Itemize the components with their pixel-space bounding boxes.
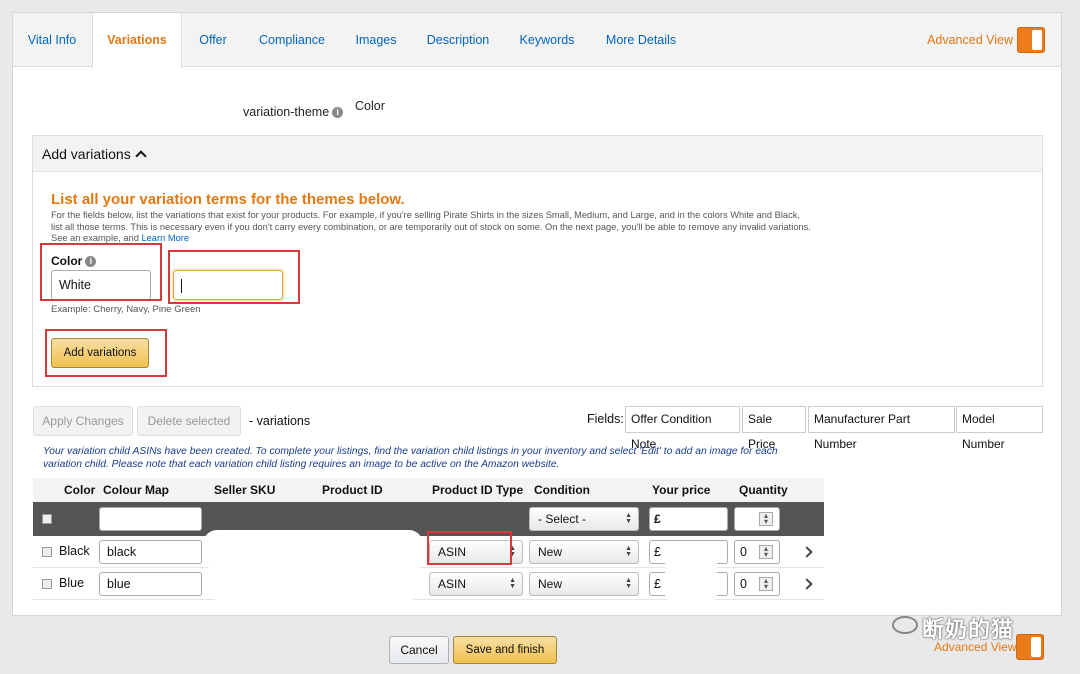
tab-more-details[interactable]: More Details: [601, 13, 681, 67]
tab-images[interactable]: Images: [351, 13, 401, 67]
listing-editor-panel: Vital Info Variations Offer Compliance I…: [12, 12, 1062, 616]
add-variations-title: List all your variation terms for the th…: [51, 191, 405, 208]
bulk-price-input[interactable]: £: [649, 507, 728, 531]
select-arrows-icon: ▲ ▼: [625, 545, 632, 558]
add-variations-header-text: Add variations: [42, 146, 131, 162]
field-model-number[interactable]: Model Number: [956, 406, 1043, 451]
add-variations-description: For the fields below, list the variation…: [51, 210, 811, 245]
color-field-label: Color i: [51, 254, 97, 268]
variation-theme-value: Color: [355, 99, 385, 113]
condition-value: New: [538, 545, 563, 559]
currency-symbol: £: [654, 512, 661, 526]
row-condition-select[interactable]: New ▲ ▼: [529, 572, 639, 596]
header-your-price: Your price: [652, 483, 711, 497]
tab-vital-info[interactable]: Vital Info: [19, 13, 85, 67]
child-asin-notice: Your variation child ASINs have been cre…: [43, 446, 778, 470]
bulk-edit-row: - Select - ▲ ▼ £ ▴ ▾: [33, 502, 824, 536]
tab-keywords[interactable]: Keywords: [515, 13, 579, 67]
advanced-view-toggle[interactable]: [1017, 27, 1045, 53]
row-product-id-type-select[interactable]: ASIN ▲ ▼: [429, 540, 523, 564]
field-sale-price[interactable]: Sale Price: [742, 406, 806, 451]
quantity-value: 0: [740, 577, 747, 591]
row-quantity-input[interactable]: 0 ▴ ▾: [734, 572, 780, 596]
field-manufacturer-part-number[interactable]: Manufacturer Part Number: [808, 406, 955, 451]
row-color: Blue: [59, 576, 85, 590]
header-product-id: Product ID: [322, 483, 383, 497]
redaction-mask: [209, 544, 419, 600]
select-arrows-icon: ▲ ▼: [625, 512, 632, 525]
bulk-colour-map-input[interactable]: [99, 507, 202, 531]
advanced-view-label: Advanced View: [927, 33, 1013, 47]
chevron-right-icon[interactable]: [801, 578, 813, 590]
tab-variations[interactable]: Variations: [92, 13, 182, 68]
row-quantity-input[interactable]: 0 ▴ ▾: [734, 540, 780, 564]
stepper-icon[interactable]: ▴ ▾: [759, 545, 773, 559]
tab-bar: Vital Info Variations Offer Compliance I…: [13, 13, 1061, 68]
color-value-input-2[interactable]: [173, 270, 283, 300]
stepper-icon[interactable]: ▴ ▾: [759, 512, 773, 526]
quantity-value: 0: [740, 545, 747, 559]
cancel-button[interactable]: Cancel: [389, 636, 449, 664]
toggle-knob: [1032, 30, 1042, 50]
toggle-knob: [1031, 637, 1041, 657]
info-icon[interactable]: i: [85, 256, 97, 268]
bulk-quantity-input[interactable]: ▴ ▾: [734, 507, 780, 531]
tab-description[interactable]: Description: [423, 13, 493, 67]
bulk-condition-select[interactable]: - Select - ▲ ▼: [529, 507, 639, 531]
fields-label: Fields:: [587, 412, 624, 426]
variation-theme-label-text: variation-theme: [243, 105, 330, 119]
header-seller-sku: Seller SKU: [214, 483, 276, 497]
row-color: Black: [59, 544, 90, 558]
select-all-checkbox[interactable]: [42, 514, 52, 524]
delete-selected-button[interactable]: Delete selected: [137, 406, 241, 436]
bulk-condition-value: - Select -: [538, 512, 587, 526]
select-arrows-icon: ▲ ▼: [509, 577, 516, 590]
header-color: Color: [64, 483, 96, 497]
add-variations-section: Add variations List all your variation t…: [32, 135, 1043, 387]
row-colour-map-input[interactable]: black: [99, 540, 202, 564]
apply-changes-button[interactable]: Apply Changes: [33, 406, 133, 436]
row-product-id-type-select[interactable]: ASIN ▲ ▼: [429, 572, 523, 596]
row-checkbox[interactable]: [42, 579, 52, 589]
color-example-hint: Example: Cherry, Navy, Pine Green: [51, 304, 201, 315]
variation-theme-label: variation-theme i: [243, 105, 344, 119]
header-product-id-type: Product ID Type: [432, 483, 524, 497]
table-header: Color Colour Map Seller SKU Product ID P…: [33, 478, 824, 502]
color-value-input-1[interactable]: White: [51, 270, 151, 300]
chevron-right-icon[interactable]: [801, 546, 813, 558]
text-cursor: [181, 278, 182, 293]
stepper-icon[interactable]: ▴ ▾: [759, 577, 773, 591]
product-id-type-value: ASIN: [438, 577, 467, 591]
row-colour-map-input[interactable]: blue: [99, 572, 202, 596]
chevron-up-icon: [135, 150, 147, 162]
redaction-mask: [665, 542, 717, 604]
field-offer-condition-note[interactable]: Offer Condition Note: [625, 406, 740, 451]
select-arrows-icon: ▲ ▼: [509, 545, 516, 558]
tab-offer[interactable]: Offer: [193, 13, 233, 67]
learn-more-link[interactable]: Learn More: [141, 233, 189, 243]
wechat-icon: [892, 616, 918, 634]
product-id-type-value: ASIN: [438, 545, 467, 559]
advanced-view-toggle-footer[interactable]: [1016, 634, 1044, 660]
add-variations-button[interactable]: Add variations: [51, 338, 149, 368]
add-variations-header[interactable]: Add variations: [33, 136, 1042, 172]
tab-compliance[interactable]: Compliance: [255, 13, 329, 67]
condition-value: New: [538, 577, 563, 591]
select-arrows-icon: ▲ ▼: [625, 577, 632, 590]
header-condition: Condition: [534, 483, 590, 497]
row-checkbox[interactable]: [42, 547, 52, 557]
advanced-view-label-footer: Advanced View: [934, 640, 1017, 654]
color-label-text: Color: [51, 254, 83, 268]
info-icon[interactable]: i: [332, 107, 344, 119]
currency-symbol: £: [654, 577, 661, 591]
row-condition-select[interactable]: New ▲ ▼: [529, 540, 639, 564]
currency-symbol: £: [654, 545, 661, 559]
variations-count-label: - variations: [249, 414, 311, 428]
header-quantity: Quantity: [739, 483, 788, 497]
save-and-finish-button[interactable]: Save and finish: [453, 636, 557, 664]
header-colour-map: Colour Map: [103, 483, 169, 497]
